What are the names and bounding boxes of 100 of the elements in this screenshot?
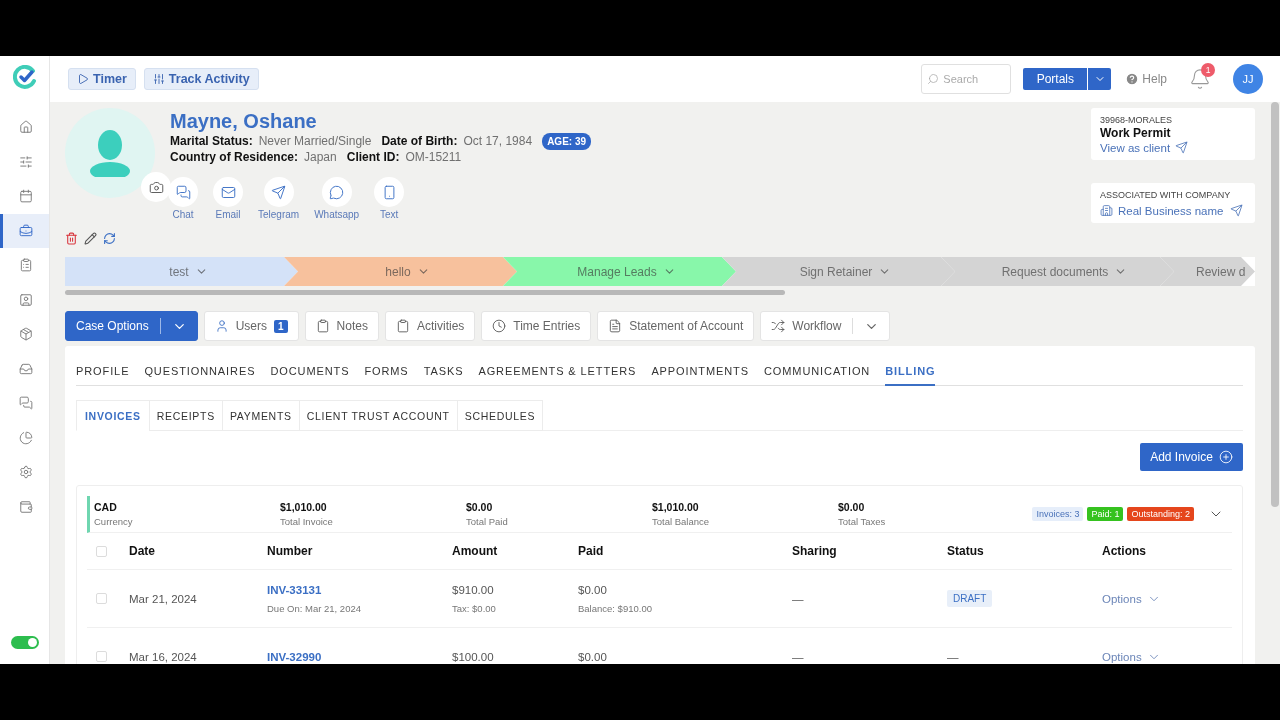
toolbar-button[interactable]: Time Entries [481, 311, 592, 341]
logo-icon [12, 65, 37, 89]
toolbar-button[interactable]: Workflow [760, 311, 891, 341]
sub-tab[interactable]: RECEIPTS [148, 400, 223, 431]
help-link[interactable]: Help [1125, 72, 1167, 86]
refresh-icon[interactable] [103, 232, 116, 245]
options-button[interactable]: Options [1102, 591, 1161, 606]
pencil-icon[interactable] [84, 232, 97, 245]
view-as-client-link[interactable]: View as client [1100, 141, 1246, 154]
checkbox[interactable] [96, 651, 107, 662]
balance-text: Balance: $910.00 [578, 602, 653, 614]
horizontal-scrollbar[interactable] [65, 290, 785, 295]
company-link[interactable]: Real Business name [1100, 204, 1246, 217]
tab[interactable]: QUESTIONNAIRES [144, 365, 256, 386]
notification-count: 1 [1201, 63, 1215, 77]
stage-step[interactable]: hello [284, 257, 517, 286]
checkbox[interactable] [96, 593, 107, 604]
add-invoice-button[interactable]: Add Invoice [1140, 443, 1243, 471]
toolbar-button[interactable]: Users 1 [203, 311, 299, 341]
summary-label: Currency [94, 516, 134, 527]
paid-cell-text: $0.00 [578, 650, 608, 663]
amount-cell-text: $100.00 [452, 650, 495, 663]
tab[interactable]: DOCUMENTS [270, 365, 350, 386]
timer-button[interactable]: Timer [68, 68, 136, 90]
invoice-link[interactable]: INV-33131 [267, 583, 452, 596]
search-field[interactable]: Search [921, 64, 1012, 94]
portals-menu-button[interactable] [1087, 68, 1112, 90]
stage-step[interactable]: Review d [1160, 257, 1255, 286]
toolbar-button[interactable]: Statement of Account [597, 311, 755, 341]
portals-button[interactable]: Portals [1023, 68, 1088, 90]
stage-step[interactable]: Sign Retainer [722, 257, 955, 286]
track-activity-button[interactable]: Track Activity [143, 68, 259, 90]
tab[interactable]: TASKS [423, 365, 464, 386]
tab[interactable]: APPOINTMENTS [651, 365, 749, 386]
clock-icon [492, 319, 507, 333]
camera-button[interactable] [141, 172, 171, 202]
building-icon [1100, 204, 1113, 217]
chat-bubbles-icon [175, 184, 191, 200]
vertical-scrollbar[interactable] [1271, 102, 1279, 507]
chat-bubbles-icon [19, 396, 33, 410]
search-icon [927, 73, 940, 85]
date-cell-text: Mar 21, 2024 [129, 592, 198, 605]
summary-value: $0.00 [838, 501, 866, 513]
toolbar-button[interactable]: Case Options [65, 311, 198, 341]
paper-plane-icon [271, 184, 287, 200]
paid-cell-text: $0.00 [578, 583, 608, 596]
document-icon [608, 319, 623, 333]
client-name: Mayne, Oshane [170, 109, 318, 133]
options-button[interactable]: Options [1102, 649, 1161, 664]
trash-icon[interactable] [65, 232, 78, 245]
inbox-icon [19, 361, 33, 376]
sidebar-item[interactable] [0, 213, 49, 248]
house-icon [19, 120, 33, 134]
due-date: Due On: Mar 21, 2024 [267, 602, 362, 614]
count-tag: Invoices: 3 [1032, 507, 1084, 521]
column-header: Paid [578, 544, 605, 558]
paper-plane-icon [1230, 204, 1244, 217]
toggle-switch[interactable] [10, 636, 39, 649]
toolbar-button[interactable]: Activities [384, 311, 476, 341]
summary-value: $1,010.00 [280, 501, 328, 513]
case-code: 39968-MORALES [1100, 115, 1174, 125]
invoice-link[interactable]: INV-32990 [267, 650, 452, 663]
tab[interactable]: FORMS [364, 365, 409, 386]
tab[interactable]: COMMUNICATION [763, 365, 871, 386]
field-label: Client ID: [346, 150, 400, 165]
contact-button[interactable]: Whatsapp [314, 177, 360, 220]
status-tag: DRAFT [947, 590, 993, 607]
speech-bubble-icon [329, 184, 345, 200]
column-header: Status [947, 544, 985, 558]
paper-plane-icon [1175, 141, 1189, 154]
column-header: Amount [452, 544, 499, 558]
plus-icon [1218, 450, 1233, 464]
play-icon [77, 73, 89, 85]
summary-label: Total Invoice [280, 516, 334, 527]
field-label: Date of Birth: [381, 134, 458, 149]
notifications-button[interactable] [1189, 68, 1211, 90]
sub-tab[interactable]: INVOICES [76, 400, 150, 431]
field-value: OM-15211 [405, 150, 462, 165]
field-label: Marital Status: [170, 134, 253, 149]
smartphone-icon [381, 184, 397, 200]
column-header: Date [129, 544, 156, 558]
company-heading: ASSOCIATED WITH COMPANY [1100, 190, 1232, 200]
stage-step[interactable]: test [65, 257, 298, 286]
summary-label: Total Balance [652, 516, 711, 527]
status-cell-text: — [947, 650, 960, 663]
summary-value: $0.00 [466, 501, 494, 513]
toolbar-button[interactable]: Notes [304, 311, 379, 341]
sub-tab[interactable]: SCHEDULES [456, 400, 544, 431]
user-avatar[interactable]: JJ [1233, 64, 1263, 94]
stage-step[interactable]: Manage Leads [503, 257, 736, 286]
tab[interactable]: AGREEMENTS & LETTERS [478, 365, 637, 386]
checkbox[interactable] [96, 545, 107, 557]
tab[interactable]: BILLING [885, 365, 936, 386]
briefcase-icon [19, 223, 33, 238]
summary-label: Total Taxes [838, 516, 887, 527]
wallet-icon [19, 499, 33, 514]
tab[interactable]: PROFILE [76, 365, 130, 386]
help-icon [1125, 72, 1140, 86]
stage-step[interactable]: Request documents [941, 257, 1174, 286]
person-icon [90, 129, 130, 177]
